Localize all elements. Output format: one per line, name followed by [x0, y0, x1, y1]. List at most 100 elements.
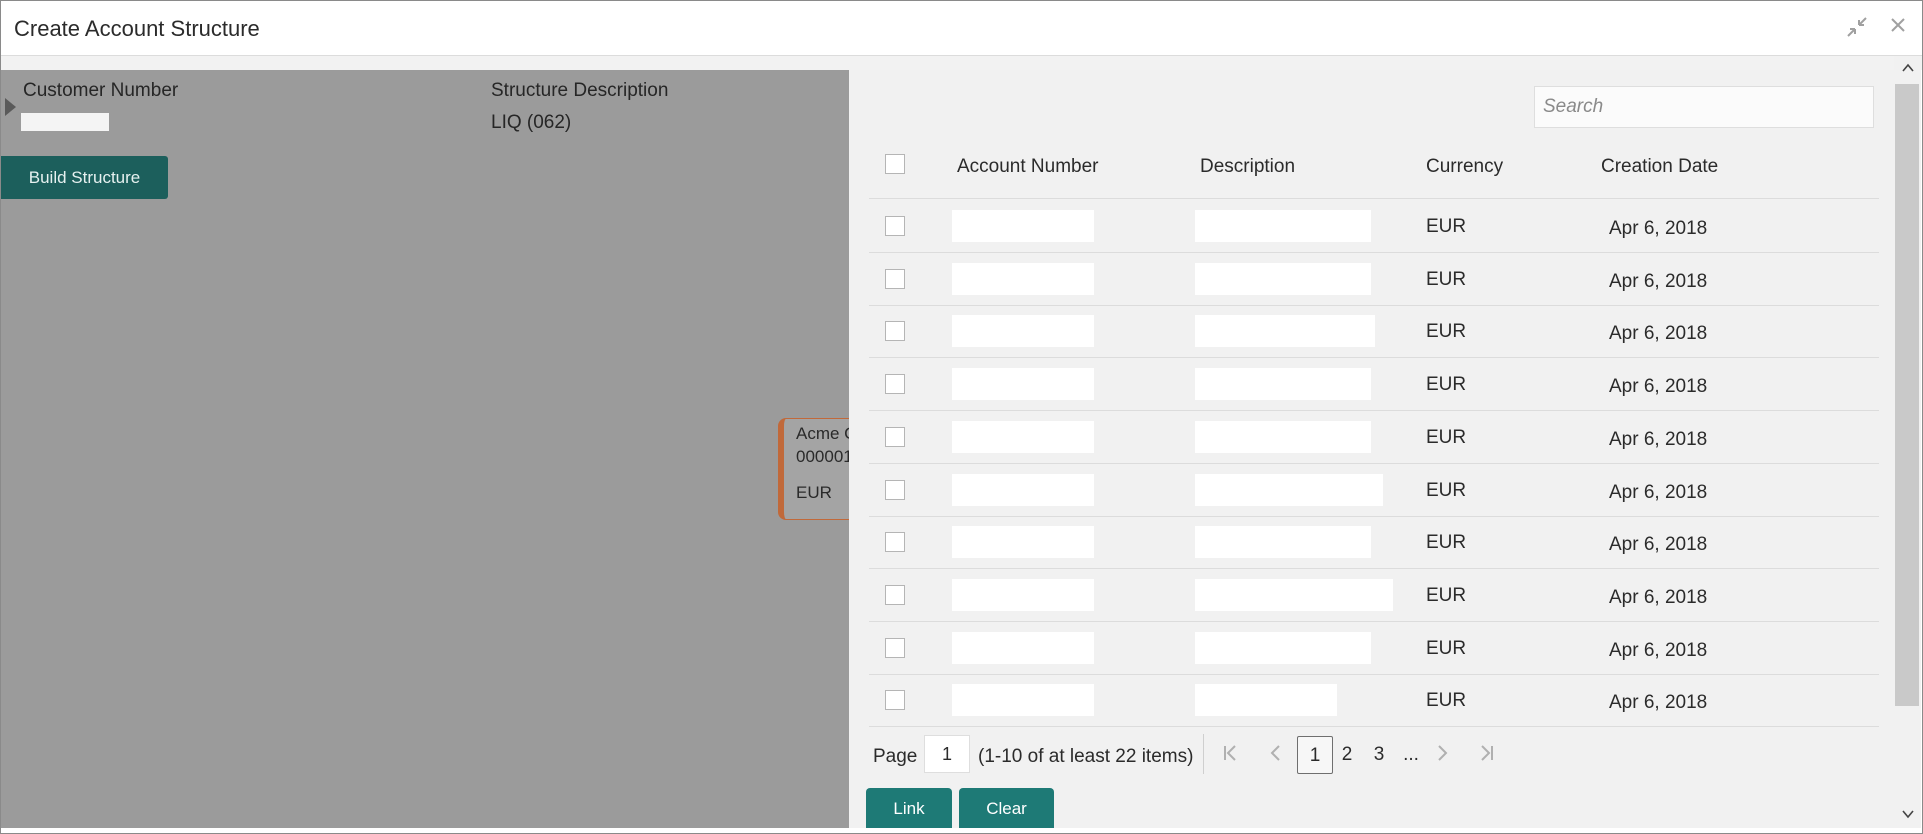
account-number-cell[interactable]	[952, 526, 1094, 559]
expand-arrow-icon[interactable]	[5, 98, 16, 116]
customer-number-label: Customer Number	[23, 80, 179, 101]
account-number-cell[interactable]	[952, 578, 1094, 611]
creation-date-cell: Apr 6, 2018	[1609, 639, 1708, 661]
next-page-icon[interactable]	[1435, 742, 1449, 770]
collapse-arrows-icon[interactable]	[1844, 15, 1870, 41]
structure-canvas: Customer Number Structure Description LI…	[1, 70, 849, 828]
row-checkbox[interactable]	[885, 321, 905, 342]
row-divider	[869, 357, 1879, 359]
node-account: 0000010	[796, 447, 849, 466]
creation-date-cell: Apr 6, 2018	[1609, 270, 1708, 292]
page-number-input[interactable]	[924, 735, 970, 773]
row-divider	[869, 620, 1879, 622]
header-strip	[1, 56, 1922, 70]
dialog-title: Create Account Structure	[14, 16, 260, 41]
description-cell	[1195, 315, 1375, 348]
creation-date-cell: Apr 6, 2018	[1609, 376, 1708, 398]
row-checkbox[interactable]	[885, 216, 905, 236]
build-structure-button[interactable]: Build Structure	[1, 156, 168, 199]
structure-node[interactable]: Acme C 0000010 EUR	[778, 418, 849, 520]
row-divider	[869, 515, 1879, 517]
creation-date-cell: Apr 6, 2018	[1609, 481, 1708, 503]
close-icon[interactable]	[1885, 15, 1911, 41]
creation-date-cell: Apr 6, 2018	[1609, 218, 1708, 239]
select-all-checkbox[interactable]	[885, 154, 905, 174]
row-checkbox[interactable]	[885, 479, 905, 500]
link-button[interactable]: Link	[866, 788, 952, 828]
row-checkbox[interactable]	[885, 637, 905, 658]
scroll-up-icon[interactable]	[1894, 58, 1921, 80]
dialog-titlebar: Create Account Structure	[1, 1, 1922, 56]
creation-date-cell: Apr 6, 2018	[1609, 586, 1708, 608]
customer-number-value	[21, 113, 109, 131]
currency-cell: EUR	[1426, 216, 1467, 237]
currency-cell: EUR	[1426, 268, 1467, 290]
row-checkbox[interactable]	[885, 268, 905, 289]
search-input[interactable]	[1534, 86, 1874, 128]
description-cell	[1195, 420, 1371, 453]
first-page-icon[interactable]	[1222, 742, 1238, 770]
row-checkbox[interactable]	[885, 532, 905, 553]
vertical-scrollbar[interactable]	[1894, 56, 1921, 828]
currency-cell: EUR	[1426, 479, 1467, 501]
account-number-cell[interactable]	[952, 262, 1094, 295]
description-cell	[1195, 210, 1371, 242]
description-cell	[1195, 368, 1371, 401]
description-cell	[1195, 684, 1337, 717]
creation-date-cell: Apr 6, 2018	[1609, 534, 1708, 556]
currency-cell: EUR	[1426, 690, 1467, 712]
account-number-cell[interactable]	[952, 315, 1094, 348]
description-cell	[1195, 631, 1371, 664]
row-divider	[869, 726, 1879, 728]
row-divider	[869, 252, 1879, 253]
account-number-cell[interactable]	[952, 420, 1094, 453]
header-divider	[869, 198, 1879, 199]
previous-page-icon[interactable]	[1269, 742, 1283, 770]
pager-divider	[1203, 734, 1204, 774]
description-cell	[1195, 578, 1393, 611]
clear-button[interactable]: Clear	[959, 788, 1054, 828]
account-number-cell[interactable]	[952, 473, 1094, 506]
account-number-cell[interactable]	[952, 631, 1094, 664]
column-header-creation-date[interactable]: Creation Date	[1601, 156, 1718, 178]
creation-date-cell: Apr 6, 2018	[1609, 323, 1708, 345]
structure-description-value: LIQ (062)	[491, 112, 572, 133]
row-divider	[869, 304, 1879, 306]
account-number-cell[interactable]	[952, 368, 1094, 401]
row-divider	[869, 568, 1879, 570]
currency-cell: EUR	[1426, 426, 1467, 448]
scroll-down-icon[interactable]	[1894, 804, 1921, 826]
node-currency: EUR	[796, 483, 832, 502]
description-cell	[1195, 473, 1383, 506]
currency-cell: EUR	[1426, 321, 1467, 343]
description-cell	[1195, 526, 1371, 559]
row-checkbox[interactable]	[885, 374, 905, 395]
pager-summary: (1-10 of at least 22 items)	[978, 746, 1194, 767]
page-ellipsis[interactable]: ...	[1393, 736, 1429, 774]
node-name: Acme C	[796, 424, 849, 443]
page-button-3[interactable]: 3	[1361, 736, 1397, 774]
account-lookup-panel: Account Number Description Currency Crea…	[849, 70, 1894, 828]
account-number-cell[interactable]	[952, 210, 1094, 242]
structure-description-label: Structure Description	[491, 80, 669, 101]
row-divider	[869, 462, 1879, 464]
scrollbar-thumb[interactable]	[1895, 84, 1919, 706]
row-checkbox[interactable]	[885, 426, 905, 447]
pager-page-label: Page	[873, 746, 918, 767]
page-button-2[interactable]: 2	[1329, 736, 1365, 774]
row-checkbox[interactable]	[885, 690, 905, 711]
description-cell	[1195, 262, 1371, 295]
column-header-currency[interactable]: Currency	[1426, 156, 1503, 178]
page-button-1[interactable]: 1	[1297, 736, 1333, 774]
row-divider	[869, 673, 1879, 675]
column-header-account-number[interactable]: Account Number	[957, 156, 1099, 178]
currency-cell: EUR	[1426, 374, 1467, 396]
creation-date-cell: Apr 6, 2018	[1609, 428, 1708, 450]
row-checkbox[interactable]	[885, 584, 905, 605]
column-header-description[interactable]: Description	[1200, 156, 1295, 178]
account-number-cell[interactable]	[952, 684, 1094, 717]
last-page-icon[interactable]	[1479, 742, 1495, 770]
row-divider	[869, 410, 1879, 412]
currency-cell: EUR	[1426, 532, 1467, 554]
currency-cell: EUR	[1426, 584, 1467, 606]
